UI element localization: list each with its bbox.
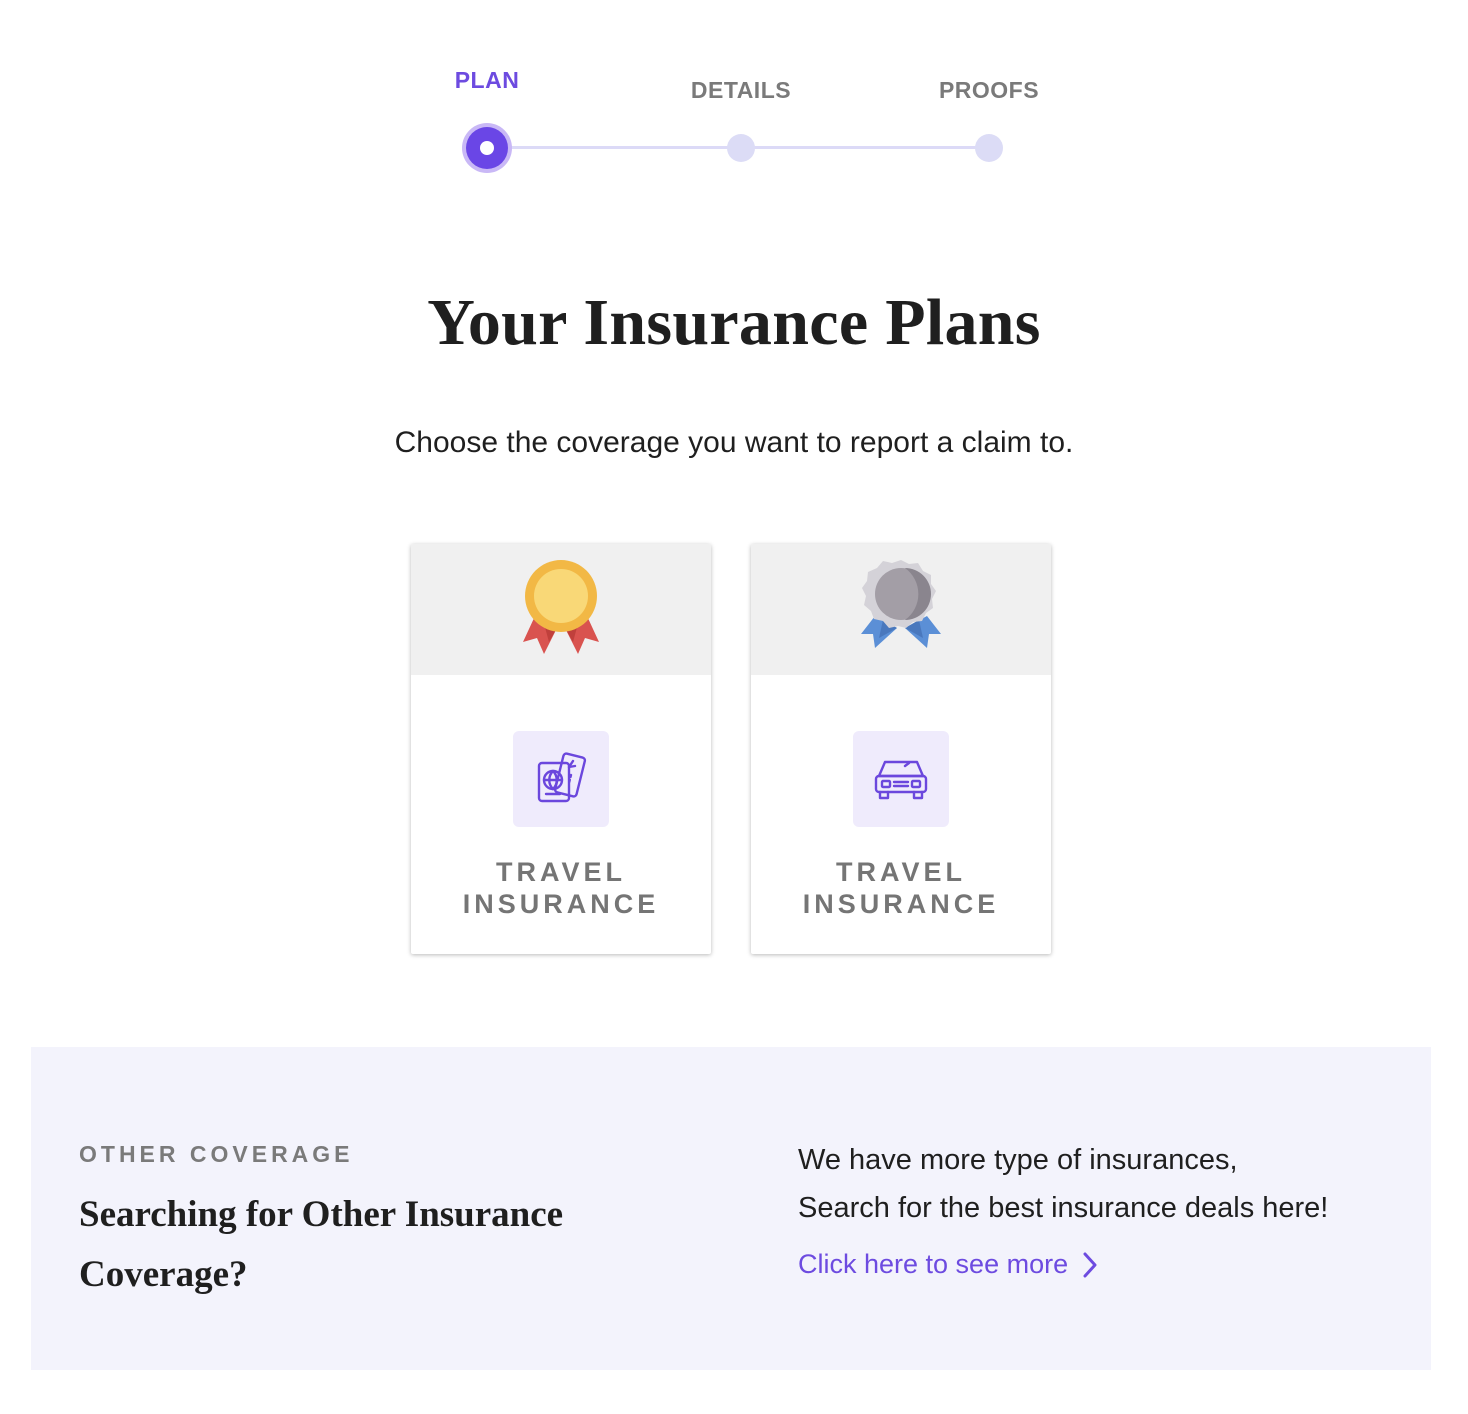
- car-type-badge: [853, 731, 949, 827]
- step-connector-1: [487, 146, 741, 149]
- chevron-right-icon: [1083, 1252, 1097, 1277]
- plan-card-travel-silver[interactable]: TRAVEL INSURANCE: [751, 544, 1051, 954]
- step-dot-details[interactable]: [727, 134, 755, 162]
- step-dot-proofs[interactable]: [975, 134, 1003, 162]
- step-label-proofs[interactable]: PROOFS: [939, 77, 1039, 104]
- plan-card-label: TRAVEL INSURANCE: [802, 857, 1000, 919]
- progress-stepper: PLAN DETAILS PROOFS: [0, 0, 1468, 200]
- other-coverage-eyebrow: OTHER COVERAGE: [79, 1141, 354, 1167]
- other-coverage-text-line-2: Search for the best insurance deals here…: [798, 1192, 1329, 1224]
- step-connector-2: [741, 146, 989, 149]
- step-label-plan[interactable]: PLAN: [455, 67, 520, 94]
- see-more-link-label: Click here to see more: [798, 1249, 1069, 1279]
- page-subtitle: Choose the coverage you want to report a…: [394, 426, 1074, 459]
- page-title: Your Insurance Plans: [427, 286, 1041, 359]
- other-coverage-banner: OTHER COVERAGE Searching for Other Insur…: [31, 1047, 1431, 1370]
- car-icon: [874, 760, 928, 800]
- other-coverage-heading: Searching for Other Insurance Coverage?: [79, 1194, 564, 1295]
- plan-card-label: TRAVEL INSURANCE: [462, 857, 660, 919]
- gold-medal-icon: [523, 560, 599, 654]
- other-coverage-description: We have more type of insurances, Search …: [798, 1136, 1418, 1232]
- plan-card-travel-gold[interactable]: TRAVEL INSURANCE: [411, 544, 711, 954]
- step-label-details[interactable]: DETAILS: [691, 77, 791, 104]
- card-header: [751, 544, 1051, 675]
- card-header: [411, 544, 711, 675]
- step-dot-plan[interactable]: [466, 127, 508, 169]
- silver-medal-icon: [861, 560, 941, 648]
- travel-type-badge: [513, 731, 609, 827]
- see-more-link[interactable]: Click here to see more: [798, 1249, 1098, 1280]
- other-coverage-text-line-1: We have more type of insurances,: [798, 1144, 1238, 1176]
- passport-ticket-icon: [537, 752, 587, 803]
